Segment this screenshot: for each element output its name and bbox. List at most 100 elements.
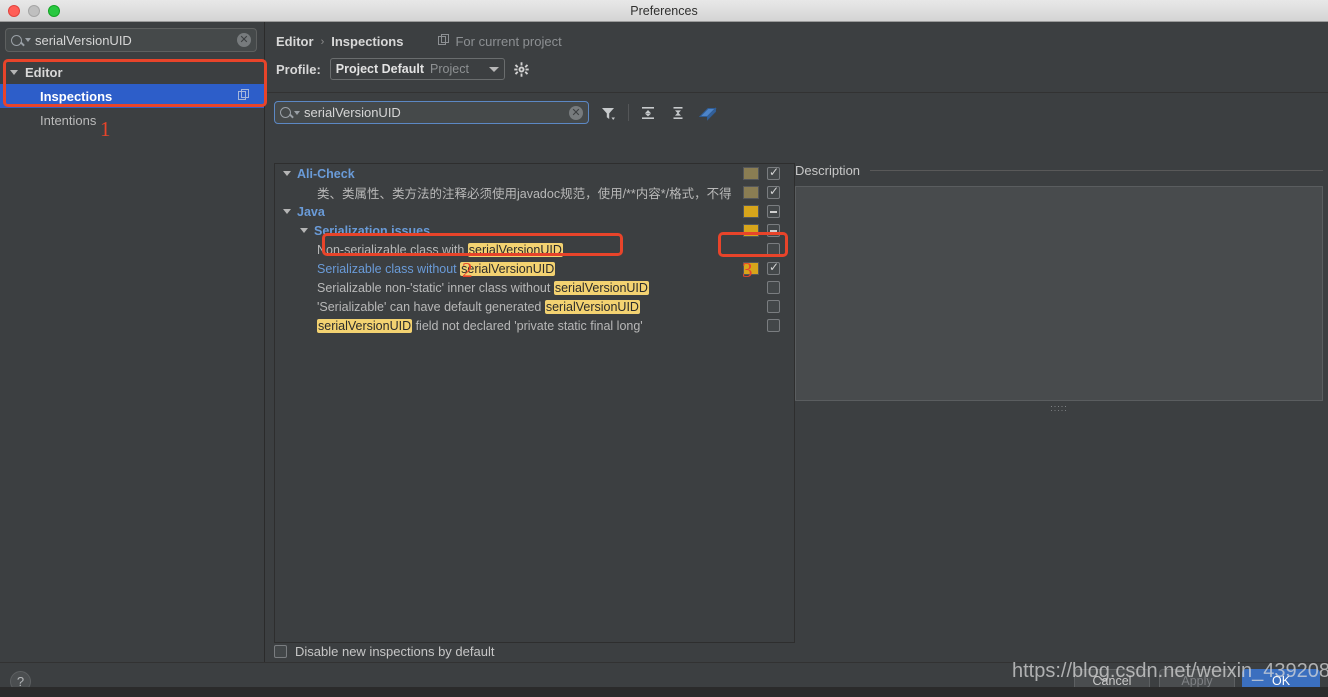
inspection-search-input[interactable] [304, 105, 565, 120]
description-rule [870, 170, 1323, 171]
inspection-enabled-checkbox[interactable] [767, 300, 780, 313]
breadcrumb-inspections: Inspections [331, 34, 404, 49]
tree-row-label: Ali-Check [297, 167, 355, 181]
tree-row[interactable]: Serializable non-'static' inner class wi… [275, 278, 794, 297]
inspection-enabled-checkbox[interactable] [767, 165, 780, 180]
inspection-enabled-checkbox[interactable] [767, 281, 780, 294]
tree-row-text: field not declared 'private static final… [412, 318, 643, 333]
inspections-tree-panel[interactable]: Ali-Check 类、类属性、类方法的注释必须使用javadoc规范，使用/**… [274, 163, 795, 643]
sidebar-item-intentions[interactable]: Intentions [0, 108, 264, 132]
chevron-down-icon[interactable] [283, 171, 291, 176]
tree-row-text: Non-serializable class with [317, 242, 468, 257]
inspection-enabled-checkbox[interactable] [767, 243, 780, 256]
toolbar-separator [628, 104, 629, 121]
breadcrumb-editor[interactable]: Editor [276, 34, 314, 49]
tree-row-text: Serializable class without [317, 261, 461, 276]
reset-icon[interactable] [697, 102, 719, 124]
inspection-enabled-checkbox[interactable] [767, 205, 780, 218]
tree-row[interactable]: Serialization issues [275, 221, 794, 240]
maximize-window-button[interactable] [48, 4, 60, 17]
tree-row-content: 类、类属性、类方法的注释必须使用javadoc规范，使用/**内容*/格式，不得 [275, 183, 794, 202]
breadcrumb: Editor › Inspections For current project [265, 22, 1328, 49]
inspection-enabled-checkbox[interactable] [767, 260, 780, 275]
search-match-highlight: serialVersionUID [317, 318, 413, 333]
close-window-button[interactable] [8, 4, 20, 17]
tree-row-label: 'Serializable' can have default generate… [317, 299, 640, 314]
tree-row[interactable]: Serializable class without serialVersion… [275, 259, 794, 278]
tree-row-content: Ali-Check [275, 167, 794, 181]
sidebar-search-input[interactable] [35, 32, 233, 48]
gear-icon[interactable] [514, 61, 529, 77]
search-match-highlight: serialVersionUID [460, 261, 556, 276]
tree-row-label: Serialization issues [314, 224, 430, 238]
tree-row-text: 'Serializable' can have default generate… [317, 299, 545, 314]
severity-color-swatch[interactable] [743, 224, 759, 237]
scope-label: For current project [455, 34, 562, 49]
tree-row-content: Serializable non-'static' inner class wi… [275, 280, 794, 295]
disable-new-inspections-label: Disable new inspections by default [295, 644, 495, 659]
profile-label: Profile: [276, 61, 321, 77]
chevron-down-icon[interactable] [10, 69, 18, 75]
window-title: Preferences [630, 3, 698, 18]
tree-row-text: Serializable non-'static' inner class wi… [317, 280, 554, 295]
chevron-down-icon[interactable] [283, 209, 291, 214]
disable-new-inspections-checkbox[interactable] [274, 645, 287, 658]
profile-select[interactable]: Project Default Project [329, 58, 505, 80]
tree-row[interactable]: Java [275, 202, 794, 221]
chevron-down-icon[interactable] [294, 110, 300, 115]
filter-icon[interactable] [597, 102, 619, 124]
tree-row-text: Ali-Check [297, 166, 355, 181]
tree-row-content: serialVersionUID field not declared 'pri… [275, 318, 794, 333]
severity-color-swatch[interactable] [743, 186, 759, 199]
profile-row: Profile: Project Default Project [265, 49, 1328, 80]
tree-row-text: Serialization issues [314, 223, 431, 238]
expand-all-icon[interactable] [637, 102, 659, 124]
severity-color-swatch[interactable] [743, 167, 759, 180]
tree-row-label: serialVersionUID field not declared 'pri… [317, 318, 643, 333]
minimize-window-button[interactable] [28, 4, 40, 17]
inspection-search-field[interactable]: ✕ [274, 101, 589, 124]
sidebar-tree: Editor Inspections Intentions [0, 60, 264, 132]
sidebar-item-editor[interactable]: Editor [0, 60, 264, 84]
tree-row-content: 'Serializable' can have default generate… [275, 299, 794, 314]
sidebar-item-inspections[interactable]: Inspections [0, 84, 264, 108]
tree-row[interactable]: Non-serializable class with serialVersio… [275, 240, 794, 259]
tree-row-content: Serializable class without serialVersion… [275, 261, 794, 276]
chevron-down-icon[interactable] [488, 66, 499, 72]
chevron-down-icon[interactable] [25, 38, 31, 42]
clear-search-icon[interactable]: ✕ [237, 33, 251, 47]
search-match-highlight: serialVersionUID [553, 280, 649, 295]
inspection-enabled-checkbox[interactable] [767, 319, 780, 332]
tree-row-label: Java [297, 205, 325, 219]
severity-color-swatch[interactable] [743, 262, 759, 275]
collapse-all-icon[interactable] [667, 102, 689, 124]
profile-selected-value: Project Default [335, 62, 425, 76]
inspections-toolbar: ✕ [265, 93, 1328, 124]
inspection-enabled-checkbox[interactable] [767, 224, 780, 237]
search-match-highlight: serialVersionUID [544, 299, 640, 314]
bottom-strip [0, 687, 1328, 697]
description-title: Description [795, 163, 861, 178]
tree-row[interactable]: serialVersionUID field not declared 'pri… [275, 316, 794, 335]
description-header: Description [795, 163, 1323, 178]
inspection-enabled-checkbox[interactable] [767, 184, 780, 199]
tree-row[interactable]: 'Serializable' can have default generate… [275, 297, 794, 316]
sidebar-item-label: Inspections [40, 88, 113, 104]
disable-new-inspections-row[interactable]: Disable new inspections by default [274, 644, 494, 659]
breadcrumb-separator: › [320, 35, 325, 48]
tree-row[interactable]: 类、类属性、类方法的注释必须使用javadoc规范，使用/**内容*/格式，不得 [275, 183, 794, 202]
sidebar-item-label: Intentions [40, 112, 97, 128]
sidebar-search-field[interactable]: ✕ [5, 28, 257, 52]
tree-row[interactable]: Ali-Check [275, 164, 794, 183]
tree-row-text: 类、类属性、类方法的注释必须使用javadoc规范，使用/**内容*/格式，不得 [317, 187, 732, 201]
scope-indicator: For current project [438, 34, 562, 49]
resize-grip-icon[interactable]: ::::: [795, 403, 1323, 413]
tree-row-label: Non-serializable class with serialVersio… [317, 242, 563, 257]
chevron-down-icon[interactable] [300, 228, 308, 233]
copy-icon[interactable] [238, 88, 250, 104]
clear-search-icon[interactable]: ✕ [569, 105, 583, 120]
search-icon [280, 107, 291, 118]
description-panel: Description ::::: [795, 163, 1323, 413]
severity-color-swatch[interactable] [743, 205, 759, 218]
window-traffic-lights [8, 4, 60, 17]
